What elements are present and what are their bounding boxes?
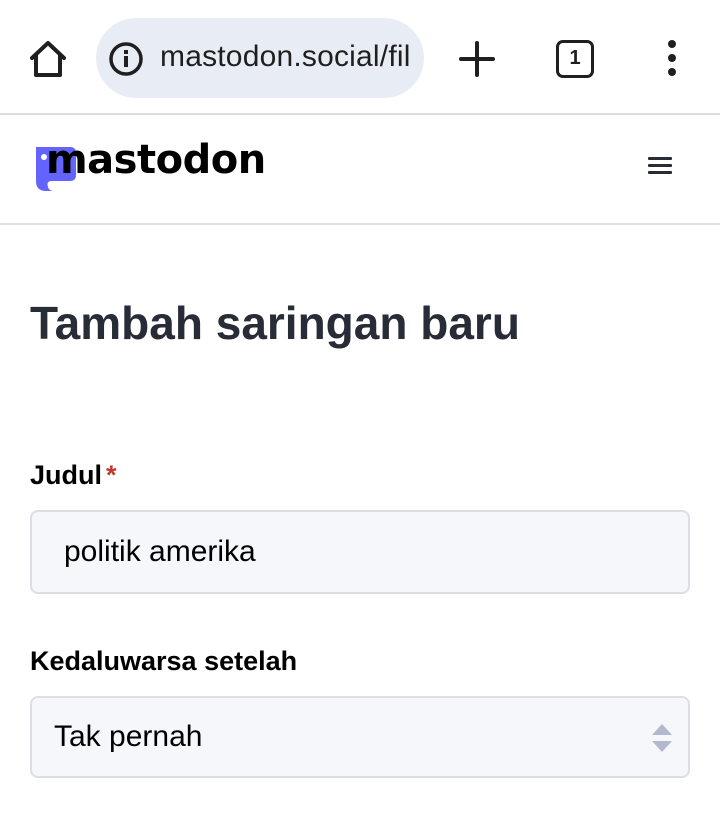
url-text[interactable]: mastodon.social/fil [160,40,411,74]
home-button[interactable] [26,38,70,80]
title-label-text: Judul [30,460,102,490]
expires-select[interactable]: Tak pernah [30,696,690,778]
select-arrows-icon [652,724,672,752]
page-title: Tambah saringan baru [30,297,520,349]
expires-selected-value: Tak pernah [54,720,203,753]
more-vert-icon [668,40,676,76]
hamburger-icon [648,157,672,160]
tab-count: 1 [569,47,581,69]
logo-text[interactable]: mastodon [46,137,266,183]
tab-switcher-button[interactable]: 1 [556,40,594,78]
expires-field-label: Kedaluwarsa setelah [30,646,298,676]
browser-toolbar: mastodon.social/fil 1 [0,0,720,115]
info-icon[interactable] [108,41,144,77]
address-bar[interactable]: mastodon.social/fil [96,18,424,98]
browser-menu-button[interactable] [662,38,682,80]
new-tab-button[interactable] [456,38,498,80]
home-icon [30,41,66,77]
hamburger-menu-button[interactable] [644,153,676,181]
title-input[interactable] [30,510,690,594]
title-field-label: Judul * [30,460,117,491]
required-marker: * [106,460,117,490]
plus-icon [459,41,495,77]
site-header: mastodon [0,117,720,225]
